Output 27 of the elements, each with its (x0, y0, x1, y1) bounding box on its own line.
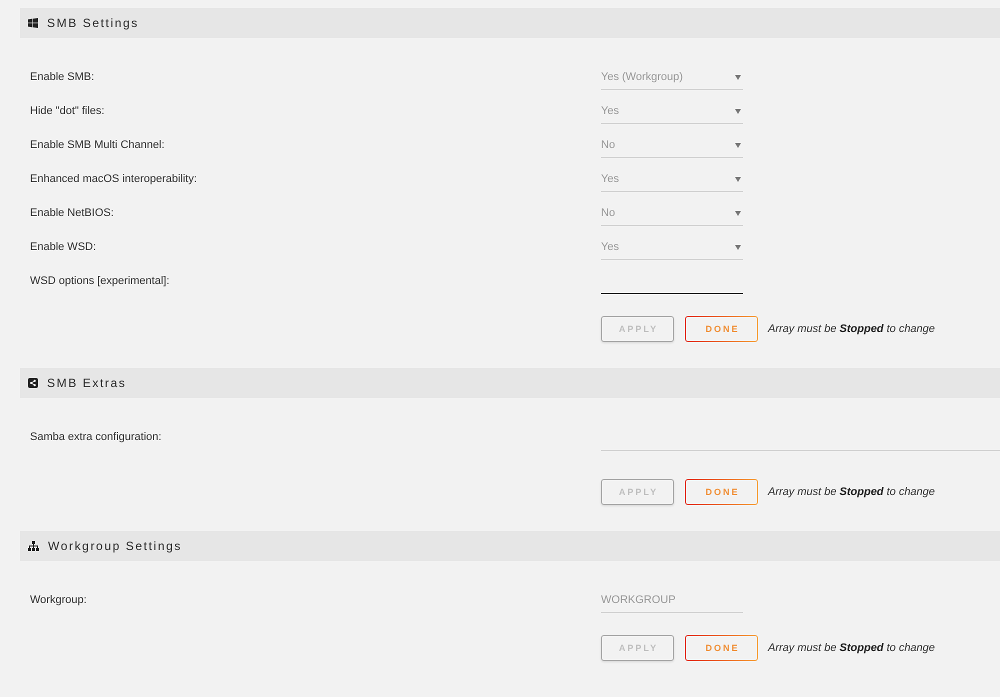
field-label: Workgroup: (30, 593, 87, 608)
caret-icon (735, 142, 741, 148)
status-note: Array must be Stopped to change (768, 323, 935, 335)
done-button[interactable]: DONE (685, 479, 758, 505)
field-label: Enable SMB Multi Channel: (30, 138, 165, 153)
caret-icon (735, 244, 741, 250)
field-label: Samba extra configuration: (30, 430, 162, 445)
caret-icon (735, 210, 741, 216)
windows-logo-icon (28, 18, 38, 28)
field-label: Enable SMB: (30, 70, 94, 85)
status-note: Array must be Stopped to change (768, 486, 935, 498)
field-label: WSD options [experimental]: (30, 274, 170, 289)
field-label: Hide "dot" files: (30, 104, 104, 119)
section-title: SMB Settings (47, 16, 139, 30)
sitemap-icon (28, 541, 39, 551)
field-label: Enable NetBIOS: (30, 206, 114, 221)
section-title: SMB Extras (47, 376, 126, 390)
caret-icon (735, 108, 741, 114)
done-button[interactable]: DONE (685, 316, 758, 342)
status-note: Array must be Stopped to change (768, 642, 935, 654)
caret-icon (735, 74, 741, 80)
field-label: Enhanced macOS interoperability: (30, 172, 197, 187)
section-title: Workgroup Settings (48, 539, 182, 553)
field-label: Enable WSD: (30, 240, 96, 255)
share-icon (28, 378, 38, 388)
done-button[interactable]: DONE (685, 635, 758, 661)
caret-icon (735, 176, 741, 182)
